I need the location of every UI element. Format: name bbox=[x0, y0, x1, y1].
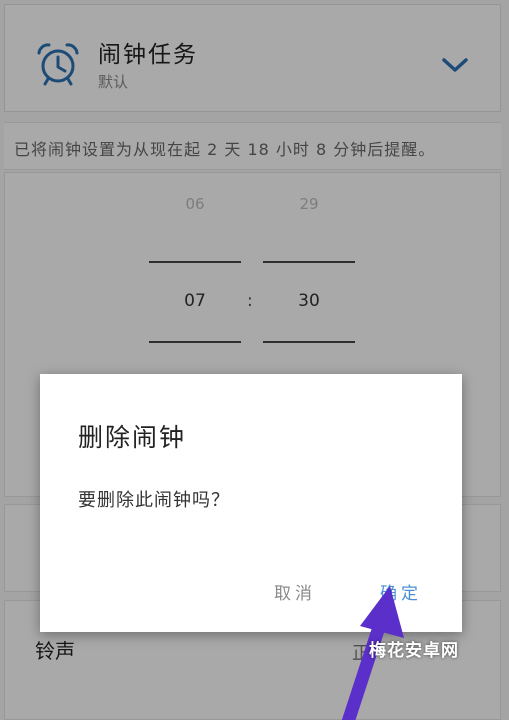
screen: 闹钟任务 默认 已将闹钟设置为从现在起 2 天 18 小时 8 分钟后提醒。 0… bbox=[0, 0, 509, 720]
watermark: 梅花安卓网 bbox=[369, 641, 459, 661]
cancel-button[interactable]: 取消 bbox=[274, 579, 316, 604]
dialog-message: 要删除此闹钟吗？ bbox=[78, 490, 230, 511]
dialog-title: 删除闹钟 bbox=[78, 423, 187, 452]
